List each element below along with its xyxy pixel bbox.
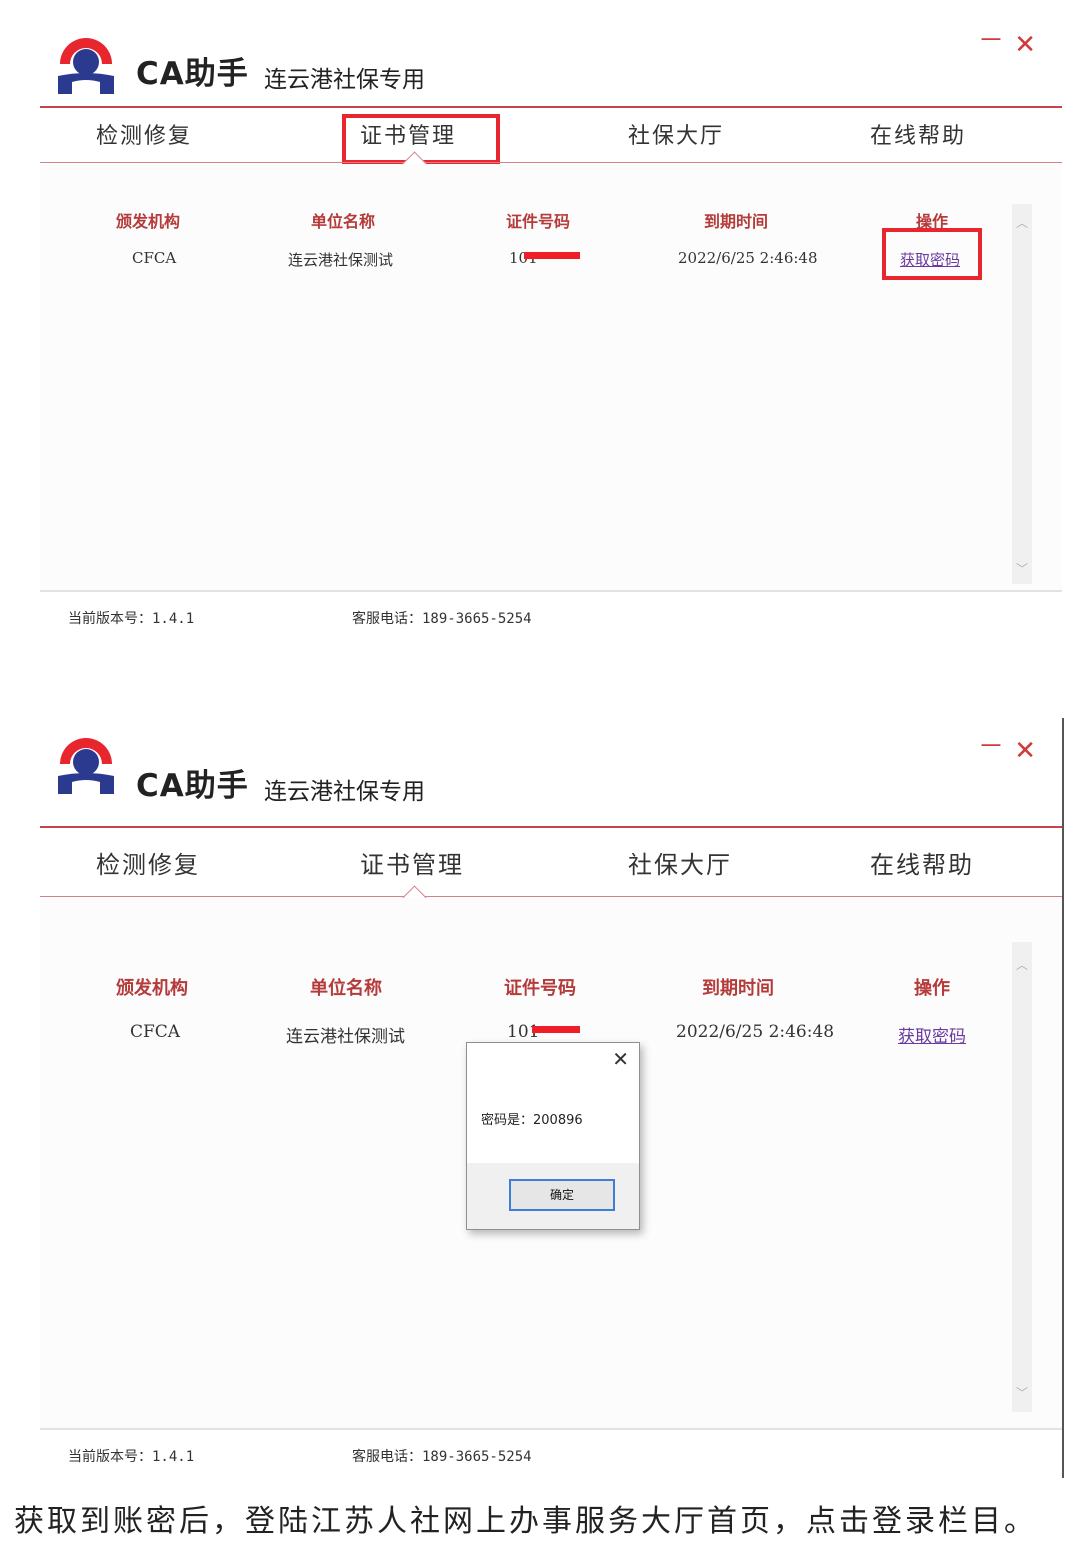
tab-bar: 检测修复 证书管理 社保大厅 在线帮助 <box>40 838 1062 892</box>
header-issuer: 颁发机构 <box>116 978 188 999</box>
tab-bar: 检测修复 证书管理 社保大厅 在线帮助 <box>40 110 1062 164</box>
tab-online-help[interactable]: 在线帮助 <box>870 110 966 164</box>
tab-social-security-hall[interactable]: 社保大厅 <box>628 838 732 892</box>
scrollbar[interactable]: ︿ ﹀ <box>1012 942 1032 1412</box>
header-cert-no: 证件号码 <box>506 212 571 231</box>
header-action: 操作 <box>914 978 950 999</box>
highlight-box-tab <box>342 114 500 164</box>
header-issuer: 颁发机构 <box>116 212 181 231</box>
cell-expiry: 2022/6/25 2:46:48 <box>678 249 818 267</box>
phone-text: 客服电话：189-3665-5254 <box>352 611 532 627</box>
tab-detect-repair[interactable]: 检测修复 <box>96 838 200 892</box>
ca-assistant-window-1: CA助手 连云港社保专用 － ✕ 检测修复 证书管理 社保大厅 在线帮助 颁发机… <box>40 18 1062 652</box>
tab-underline <box>40 162 1062 163</box>
cell-company: 连云港社保测试 <box>286 1027 405 1047</box>
version-text: 当前版本号：1.4.1 <box>68 611 195 627</box>
status-footer: 当前版本号：1.4.1 客服电话：189-3665-5254 <box>40 590 1062 652</box>
instruction-caption: 获取到账密后，登陆江苏人社网上办事服务大厅首页，点击登录栏目。 <box>14 1504 1037 1539</box>
header-company: 单位名称 <box>310 978 382 999</box>
header-expiry: 到期时间 <box>704 212 769 231</box>
app-title: CA助手 <box>136 56 249 92</box>
ca-logo-icon <box>58 738 114 794</box>
tab-cert-management[interactable]: 证书管理 <box>360 838 464 892</box>
minimize-button[interactable]: － <box>978 734 1004 760</box>
close-button[interactable]: ✕ <box>1014 738 1036 764</box>
cert-table: 颁发机构 单位名称 证件号码 到期时间 操作 CFCA 连云港社保测试 101 … <box>40 898 1062 1428</box>
cell-company: 连云港社保测试 <box>288 251 394 269</box>
phone-text: 客服电话：189-3665-5254 <box>352 1449 532 1465</box>
scrollbar[interactable]: ︿ ﹀ <box>1012 204 1032 584</box>
status-footer: 当前版本号：1.4.1 客服电话：189-3665-5254 <box>40 1428 1062 1490</box>
minimize-button[interactable]: － <box>978 28 1004 54</box>
ca-logo-icon <box>58 38 114 94</box>
version-text: 当前版本号：1.4.1 <box>68 1449 195 1465</box>
get-password-link[interactable]: 获取密码 <box>898 1022 966 1047</box>
tab-underline <box>40 896 1062 897</box>
cell-expiry: 2022/6/25 2:46:48 <box>676 1022 835 1042</box>
scroll-down-icon[interactable]: ﹀ <box>1015 560 1029 576</box>
redaction-mark <box>532 1026 580 1033</box>
header-company: 单位名称 <box>311 212 376 231</box>
dialog-close-icon[interactable]: ✕ <box>612 1047 629 1071</box>
app-subtitle: 连云港社保专用 <box>264 67 425 93</box>
cert-table: 颁发机构 单位名称 证件号码 到期时间 操作 CFCA 连云港社保测试 101 … <box>40 164 1062 590</box>
redaction-mark <box>524 252 580 259</box>
close-button[interactable]: ✕ <box>1014 32 1036 58</box>
password-dialog: ✕ 密码是：200896 确定 <box>466 1042 640 1230</box>
window-edge <box>1062 718 1064 1478</box>
ok-button[interactable]: 确定 <box>509 1179 615 1211</box>
tab-online-help[interactable]: 在线帮助 <box>870 838 974 892</box>
scroll-down-icon[interactable]: ﹀ <box>1015 1384 1029 1400</box>
tab-detect-repair[interactable]: 检测修复 <box>96 110 192 164</box>
cell-issuer: CFCA <box>130 1022 181 1042</box>
header-expiry: 到期时间 <box>702 978 774 999</box>
cell-issuer: CFCA <box>132 249 177 267</box>
header-divider <box>40 106 1062 108</box>
app-subtitle: 连云港社保专用 <box>264 779 425 805</box>
header-divider <box>40 826 1062 828</box>
ca-assistant-window-2: CA助手 连云港社保专用 － ✕ 检测修复 证书管理 社保大厅 在线帮助 颁发机… <box>40 718 1064 1490</box>
tab-social-security-hall[interactable]: 社保大厅 <box>628 110 724 164</box>
header-cert-no: 证件号码 <box>504 978 576 999</box>
scroll-up-icon[interactable]: ︿ <box>1015 956 1029 972</box>
dialog-footer: 确定 <box>467 1163 639 1229</box>
scroll-up-icon[interactable]: ︿ <box>1015 214 1029 230</box>
app-title: CA助手 <box>136 768 249 804</box>
dialog-message: 密码是：200896 <box>481 1113 583 1128</box>
highlight-box-action <box>882 228 982 280</box>
